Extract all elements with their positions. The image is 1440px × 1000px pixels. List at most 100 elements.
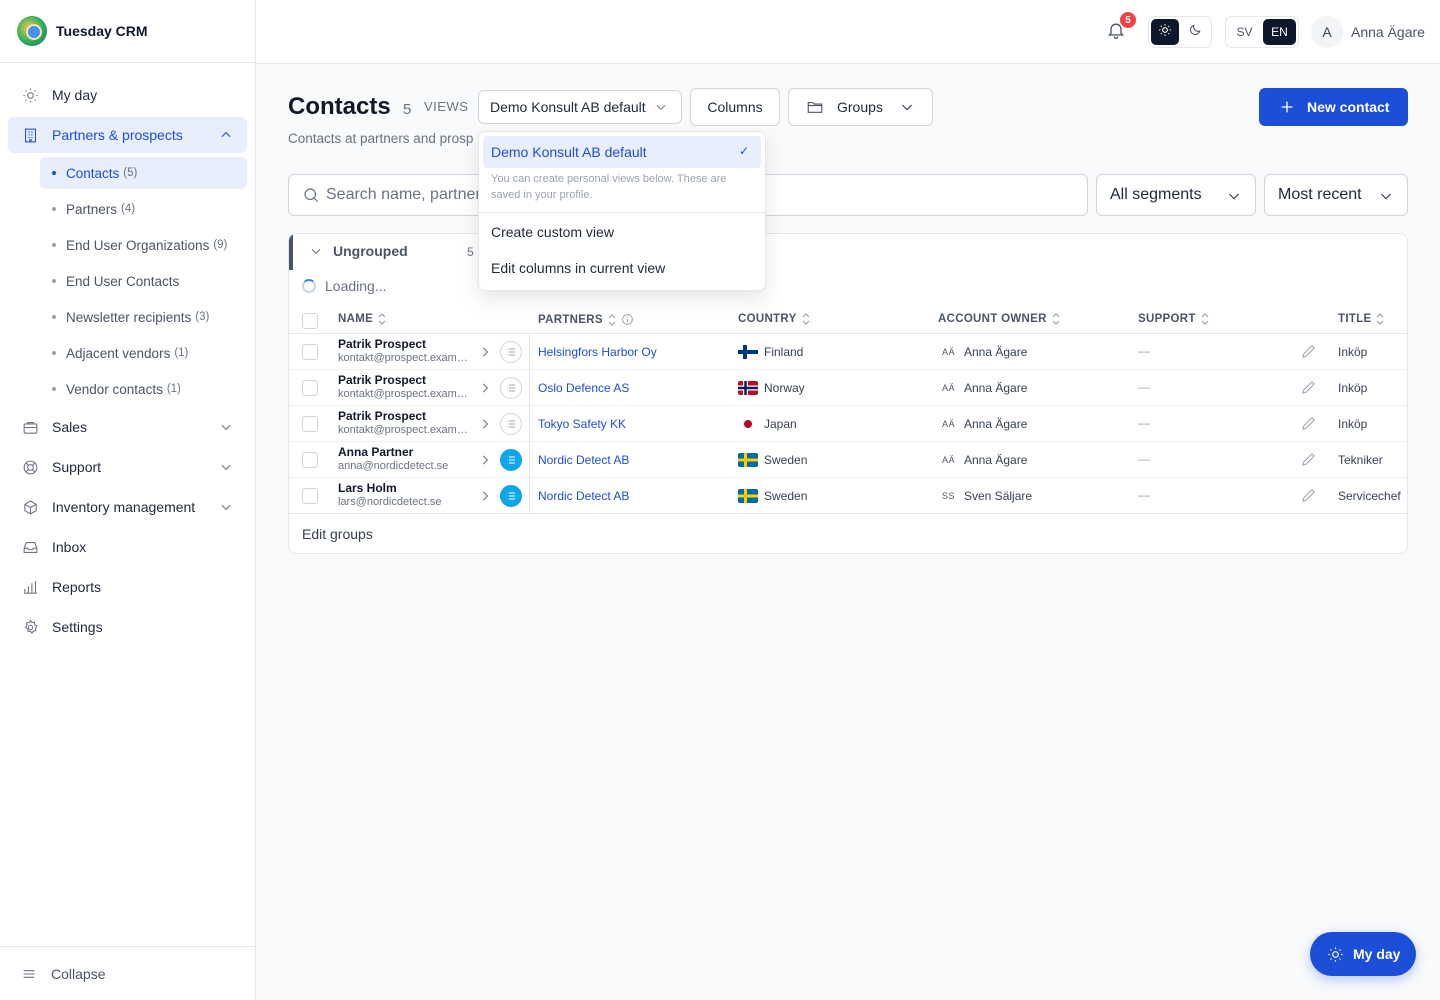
groups-button[interactable]: Groups (788, 88, 933, 126)
pencil-icon[interactable] (1300, 450, 1318, 468)
contact-name[interactable]: Patrik Prospect (338, 373, 426, 387)
contact-name[interactable]: Lars Holm (338, 481, 397, 495)
sidebar-subitem-partners[interactable]: Partners (4) (40, 193, 247, 225)
sidebar-subitem-end-user-organizations[interactable]: End User Organizations (9) (40, 229, 247, 261)
table-row[interactable]: Patrik Prospect kontakt@prospect.example O… (289, 370, 1407, 406)
sort-select[interactable]: Most recent (1264, 174, 1408, 216)
column-header-label: SUPPORT (1138, 313, 1196, 325)
row-checkbox[interactable] (302, 416, 318, 432)
chevron-right-icon[interactable] (478, 488, 492, 504)
partner-link[interactable]: Tokyo Safety KK (538, 417, 626, 431)
list-icon[interactable] (500, 413, 522, 435)
app-name: Tuesday CRM (56, 23, 148, 39)
column-header-support[interactable]: SUPPORT (1138, 313, 1210, 325)
sidebar-item-inbox[interactable]: Inbox (8, 529, 247, 565)
select-all-checkbox[interactable] (302, 313, 318, 329)
my-day-fab[interactable]: My day (1310, 932, 1416, 976)
row-checkbox[interactable] (302, 380, 318, 396)
edit-groups-link[interactable]: Edit groups (302, 526, 373, 542)
user-menu[interactable]: A Anna Ägare (1311, 16, 1425, 48)
partners-subnav: Contacts (5) Partners (4) End User Organ… (8, 157, 247, 405)
sidebar-item-reports[interactable]: Reports (8, 569, 247, 605)
chevron-right-icon[interactable] (478, 344, 492, 360)
column-header-account-owner[interactable]: ACCOUNT OWNER (938, 313, 1061, 325)
columns-button[interactable]: Columns (690, 88, 780, 126)
row-checkbox[interactable] (302, 488, 318, 504)
subitem-label: End User Organizations (66, 237, 210, 253)
chevron-down-icon[interactable] (219, 460, 233, 477)
new-contact-button[interactable]: New contact (1259, 88, 1408, 126)
pencil-icon[interactable] (1300, 378, 1318, 396)
row-checkbox[interactable] (302, 344, 318, 360)
sidebar-item-sales[interactable]: Sales (8, 409, 247, 445)
lang-en-button[interactable]: EN (1263, 19, 1296, 45)
sidebar-subitem-vendor-contacts[interactable]: Vendor contacts (1) (40, 373, 247, 405)
contact-name[interactable]: Patrik Prospect (338, 409, 426, 423)
segment-select[interactable]: All segments (1096, 174, 1256, 216)
list-icon[interactable] (500, 485, 522, 507)
owner-initials: AÄ (942, 455, 956, 465)
sidebar-item-partners-prospects[interactable]: Partners & prospects (8, 117, 247, 153)
table-row[interactable]: Patrik Prospect kontakt@prospect.example T… (289, 406, 1407, 442)
contact-name[interactable]: Anna Partner (338, 445, 413, 459)
chevron-down-icon (309, 244, 323, 258)
column-header-name[interactable]: NAME (338, 313, 387, 325)
subitem-label: End User Contacts (66, 273, 180, 289)
folder-icon (806, 98, 824, 116)
main-nav: My day Partners & prospects Contacts (5)… (0, 63, 255, 645)
lifebuoy-icon (21, 458, 39, 476)
sidebar-item-settings[interactable]: Settings (8, 609, 247, 645)
light-mode-button[interactable] (1151, 19, 1179, 45)
sidebar-subitem-adjacent-vendors[interactable]: Adjacent vendors (1) (40, 337, 247, 369)
column-header-country[interactable]: COUNTRY (738, 313, 811, 325)
partner-link[interactable]: Nordic Detect AB (538, 489, 629, 503)
view-select[interactable]: Demo Konsult AB default (478, 90, 682, 124)
column-divider (529, 334, 530, 370)
chevron-down-icon[interactable] (219, 500, 233, 517)
collapse-sidebar-button[interactable]: Collapse (0, 946, 255, 1000)
chevron-right-icon[interactable] (478, 380, 492, 396)
flag-jp-icon (738, 417, 758, 431)
loading-text: Loading... (325, 278, 387, 294)
sidebar-subitem-contacts[interactable]: Contacts (5) (40, 157, 247, 189)
sidebar-item-my-day[interactable]: My day (8, 77, 247, 113)
pencil-icon[interactable] (1300, 486, 1318, 504)
sort-icon (1375, 313, 1385, 325)
sidebar-item-inventory-management[interactable]: Inventory management (8, 489, 247, 525)
notifications-button[interactable]: 5 (1106, 12, 1136, 42)
column-divider (529, 442, 530, 478)
account-owner: Anna Ägare (964, 345, 1028, 359)
sidebar-item-support[interactable]: Support (8, 449, 247, 485)
partner-link[interactable]: Oslo Defence AS (538, 381, 629, 395)
dark-mode-button[interactable] (1181, 19, 1209, 45)
list-icon[interactable] (500, 341, 522, 363)
lang-sv-button[interactable]: SV (1228, 19, 1261, 45)
chevron-right-icon[interactable] (478, 452, 492, 468)
account-owner: Anna Ägare (964, 381, 1028, 395)
partner-link[interactable]: Helsingfors Harbor Oy (538, 345, 657, 359)
view-option-default[interactable]: Demo Konsult AB default ✓ (483, 136, 761, 168)
sidebar-subitem-end-user-contacts[interactable]: End User Contacts (40, 265, 247, 297)
table-row[interactable]: Anna Partner anna@nordicdetect.se Nordic D… (289, 442, 1407, 478)
column-header-partners[interactable]: PARTNERS (538, 313, 634, 326)
chevron-right-icon[interactable] (478, 416, 492, 432)
pencil-icon[interactable] (1300, 414, 1318, 432)
create-custom-view-item[interactable]: Create custom view (491, 224, 614, 240)
sidebar-subitem-newsletter-recipients[interactable]: Newsletter recipients (3) (40, 301, 247, 333)
pencil-icon[interactable] (1300, 342, 1318, 360)
brand[interactable]: Tuesday CRM (0, 0, 255, 63)
chevron-up-icon[interactable] (219, 128, 233, 145)
list-icon[interactable] (500, 377, 522, 399)
contact-name[interactable]: Patrik Prospect (338, 337, 426, 351)
group-toggle[interactable]: Ungrouped (309, 243, 408, 259)
chevron-down-icon[interactable] (219, 420, 233, 437)
info-icon[interactable] (621, 313, 634, 326)
row-checkbox[interactable] (302, 452, 318, 468)
column-header-title[interactable]: TITLE (1338, 313, 1385, 325)
partner-link[interactable]: Nordic Detect AB (538, 453, 629, 467)
edit-columns-item[interactable]: Edit columns in current view (491, 260, 665, 276)
country: Sweden (764, 489, 808, 503)
table-row[interactable]: Lars Holm lars@nordicdetect.se Nordic Dete… (289, 478, 1407, 514)
list-icon[interactable] (500, 449, 522, 471)
table-row[interactable]: Patrik Prospect kontakt@prospect.example H… (289, 334, 1407, 370)
